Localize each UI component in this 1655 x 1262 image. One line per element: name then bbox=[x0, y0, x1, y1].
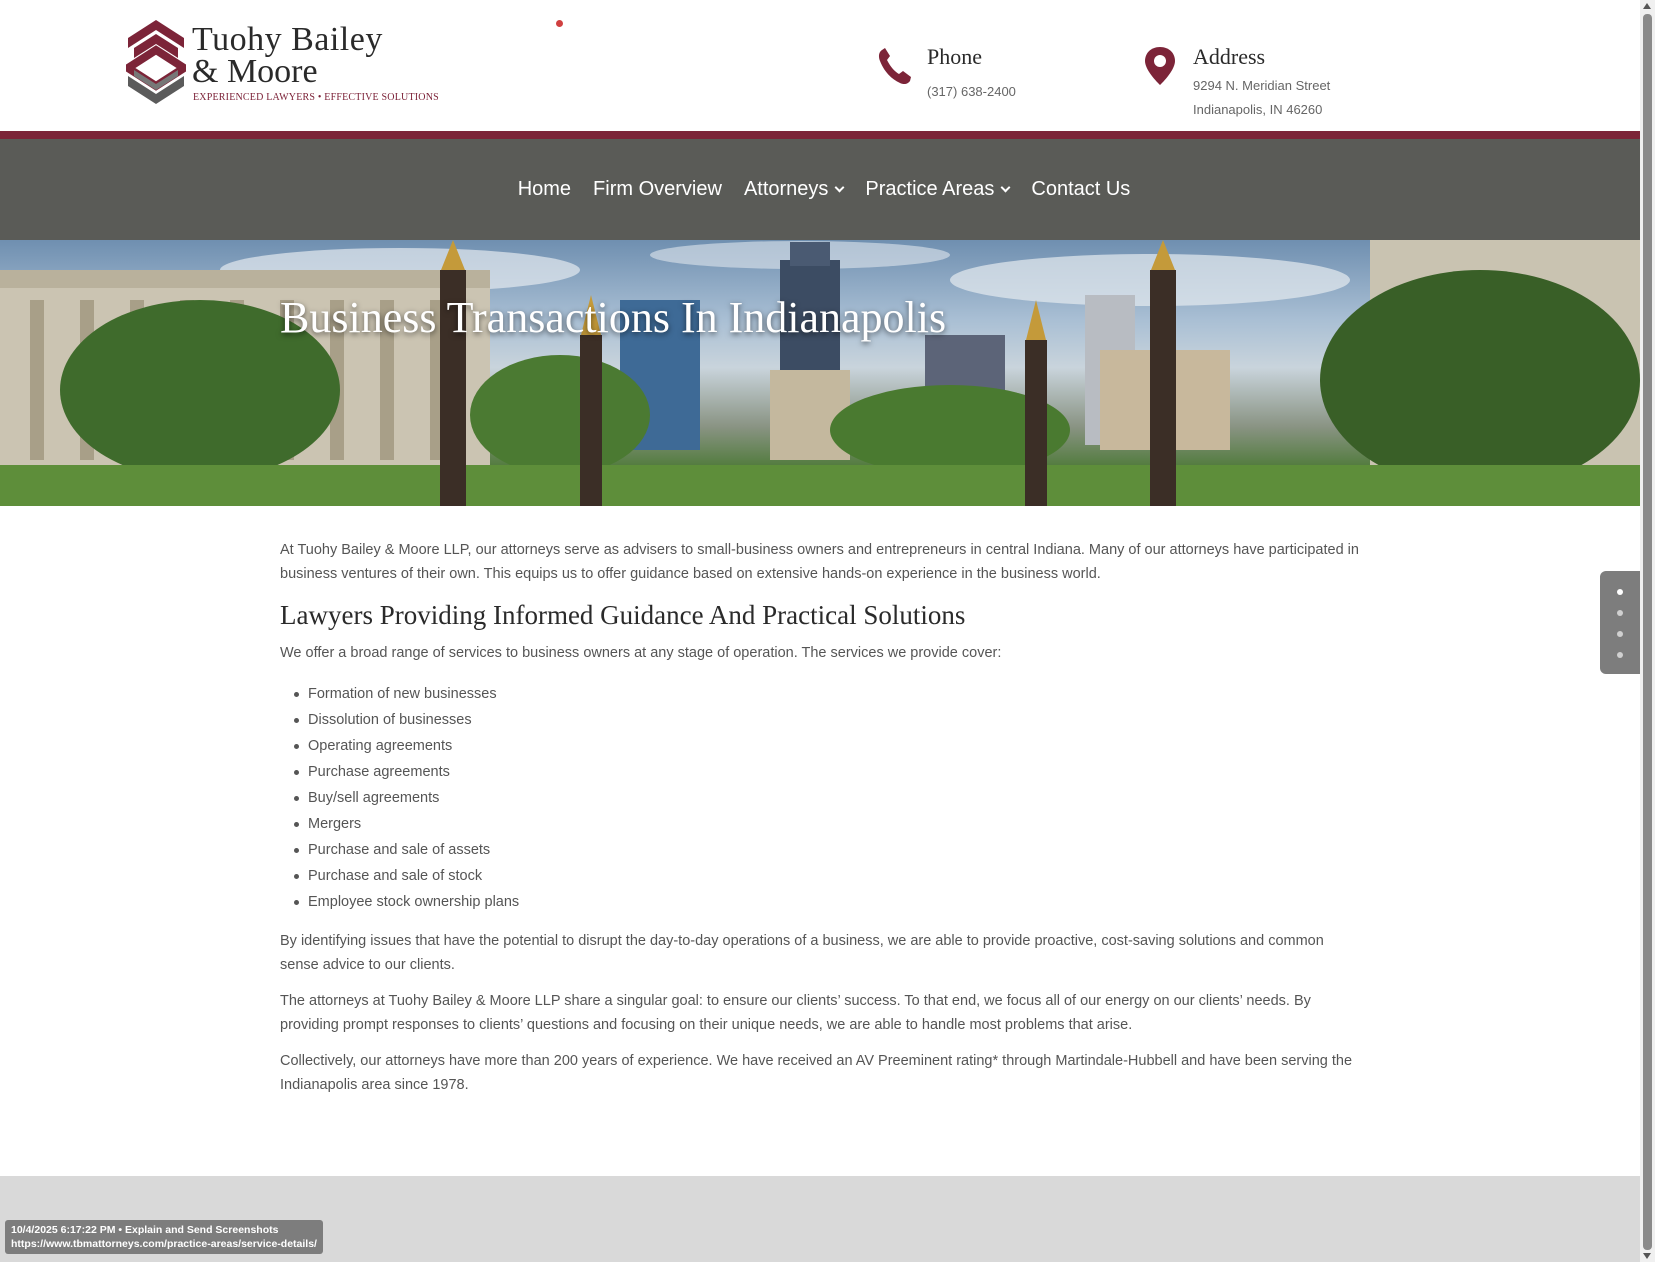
nav-item-practice-areas[interactable]: Practice Areas bbox=[854, 178, 1020, 201]
red-marker-dot bbox=[556, 20, 563, 27]
logo-tagline: EXPERIENCED LAWYERS • EFFECTIVE SOLUTION… bbox=[193, 92, 439, 103]
services-intro: We offer a broad range of services to bu… bbox=[280, 645, 1002, 661]
intro-paragraph: At Tuohy Bailey & Moore LLP, our attorne… bbox=[280, 542, 1359, 582]
phone-number[interactable]: (317) 638-2400 bbox=[927, 84, 1016, 99]
list-item: Formation of new businesses bbox=[294, 681, 1360, 707]
nav-label: Firm Overview bbox=[593, 178, 722, 200]
address-line1: 9294 N. Meridian Street bbox=[1193, 78, 1331, 93]
nav-item-attorneys[interactable]: Attorneys bbox=[733, 178, 854, 201]
list-item: Purchase and sale of assets bbox=[294, 837, 1360, 863]
section-dot[interactable] bbox=[1617, 652, 1623, 658]
body-paragraph: Collectively, our attorneys have more th… bbox=[280, 1053, 1353, 1093]
nav-item-home[interactable]: Home bbox=[507, 178, 582, 201]
section-dot[interactable] bbox=[1617, 631, 1623, 637]
section-dot-nav bbox=[1600, 571, 1640, 674]
scroll-up-arrow-icon[interactable] bbox=[1643, 3, 1651, 9]
body-paragraph: By identifying issues that have the pote… bbox=[280, 933, 1324, 973]
page-title: Business Transactions In Indianapolis bbox=[280, 293, 947, 342]
list-item: Buy/sell agreements bbox=[294, 785, 1360, 811]
header-accent-bar bbox=[0, 131, 1640, 139]
phone-title: Phone bbox=[927, 44, 982, 69]
nav-label: Home bbox=[517, 178, 572, 200]
list-item: Dissolution of businesses bbox=[294, 707, 1360, 733]
section-dot[interactable] bbox=[1617, 589, 1623, 595]
address-title: Address bbox=[1193, 44, 1266, 69]
chevron-down-icon bbox=[1000, 182, 1011, 193]
list-item: Mergers bbox=[294, 811, 1360, 837]
city-skyline-image bbox=[0, 240, 1640, 506]
list-item: Operating agreements bbox=[294, 733, 1360, 759]
services-list: Formation of new businesses Dissolution … bbox=[294, 681, 1360, 915]
firm-logo[interactable]: Tuohy Bailey & Moore EXPERIENCED LAWYERS… bbox=[126, 18, 439, 108]
main-content: At Tuohy Bailey & Moore LLP, our attorne… bbox=[280, 538, 1360, 1097]
section-dot[interactable] bbox=[1617, 610, 1623, 616]
nav-label: Contact Us bbox=[1031, 178, 1131, 200]
hero-banner: Business Transactions In Indianapolis bbox=[0, 240, 1640, 506]
scroll-thumb[interactable] bbox=[1643, 14, 1652, 1250]
logo-mark-icon bbox=[126, 20, 186, 104]
body-paragraph: The attorneys at Tuohy Bailey & Moore LL… bbox=[280, 993, 1311, 1033]
list-item: Employee stock ownership plans bbox=[294, 889, 1360, 915]
badge-line1: 10/4/2025 6:17:22 PM • Explain and Send … bbox=[11, 1224, 279, 1236]
address-line2: Indianapolis, IN 46260 bbox=[1193, 102, 1323, 117]
phone-icon bbox=[878, 48, 911, 85]
page-scrollbar[interactable] bbox=[1640, 0, 1655, 1262]
logo-name-line2: & Moore bbox=[192, 53, 318, 90]
list-item: Purchase agreements bbox=[294, 759, 1360, 785]
nav-item-contact-us[interactable]: Contact Us bbox=[1020, 178, 1141, 201]
nav-label: Practice Areas bbox=[865, 178, 995, 200]
badge-line2: https://www.tbmattorneys.com/practice-ar… bbox=[11, 1238, 317, 1250]
site-header: Tuohy Bailey & Moore EXPERIENCED LAWYERS… bbox=[0, 0, 1640, 131]
main-nav: Home Firm Overview Attorneys Practice Ar… bbox=[0, 139, 1640, 240]
list-item: Purchase and sale of stock bbox=[294, 863, 1360, 889]
screenshot-badge: 10/4/2025 6:17:22 PM • Explain and Send … bbox=[5, 1220, 323, 1254]
section-heading: Lawyers Providing Informed Guidance And … bbox=[280, 600, 966, 630]
map-pin-icon bbox=[1145, 47, 1175, 85]
nav-item-firm-overview[interactable]: Firm Overview bbox=[582, 178, 733, 201]
chevron-down-icon bbox=[834, 182, 845, 193]
scroll-down-arrow-icon[interactable] bbox=[1643, 1253, 1651, 1259]
nav-label: Attorneys bbox=[743, 178, 829, 200]
